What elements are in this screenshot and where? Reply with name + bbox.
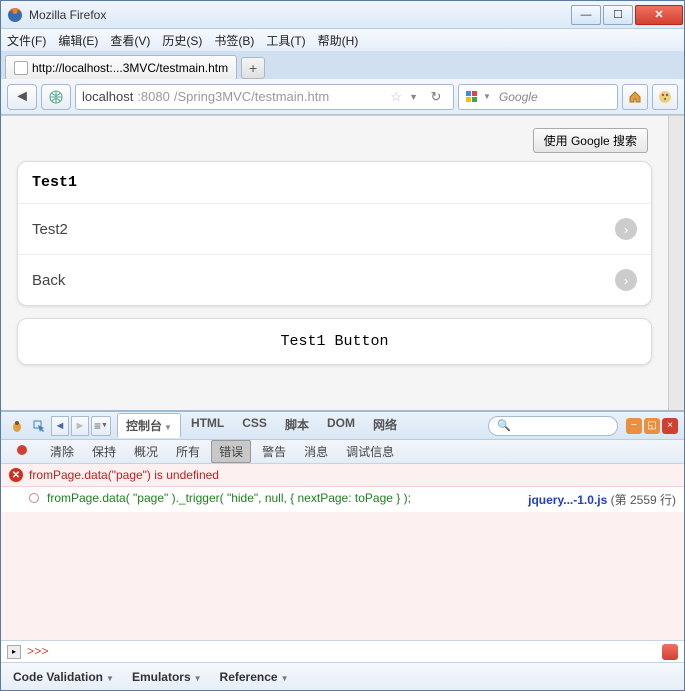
status-reference[interactable]: Reference▼ xyxy=(220,670,289,684)
bookmark-star-icon[interactable]: ☆ xyxy=(390,89,402,105)
browser-tab[interactable]: http://localhost:...3MVC/testmain.htm xyxy=(5,55,237,79)
close-button[interactable]: ✕ xyxy=(635,5,683,25)
list-item-label: Back xyxy=(32,272,65,289)
history-back-button[interactable]: ◄ xyxy=(51,416,69,436)
search-placeholder: Google xyxy=(499,90,538,104)
subtab-clear[interactable]: 清除 xyxy=(43,441,81,462)
minimize-button[interactable]: — xyxy=(571,5,601,25)
list-card: Test1 Test2 › Back › xyxy=(17,161,652,306)
error-icon: ✕ xyxy=(9,468,23,482)
break-icon[interactable] xyxy=(9,442,35,461)
error-code: fromPage.data( "page" )._trigger( "hide"… xyxy=(47,491,411,508)
vertical-scrollbar[interactable] xyxy=(668,116,684,410)
console-subtabs: 清除 保持 概况 所有 错误 警告 消息 调试信息 xyxy=(1,440,684,464)
firebug-icon[interactable] xyxy=(7,416,27,436)
history-forward-button[interactable]: ► xyxy=(71,416,89,436)
maximize-button[interactable]: ☐ xyxy=(603,5,633,25)
error-location[interactable]: jquery...-1.0.js (第 2559 行) xyxy=(528,491,676,508)
menu-bookmarks[interactable]: 书签(B) xyxy=(214,32,254,49)
panel-menu-icon[interactable]: ≡▼ xyxy=(91,416,111,436)
devtools-search[interactable]: 🔍 xyxy=(488,416,618,436)
devtools-popout-button[interactable]: ◱ xyxy=(644,418,660,434)
tab-net[interactable]: 网络 xyxy=(365,413,405,438)
chevron-right-icon: › xyxy=(615,218,637,240)
command-toggle-icon[interactable]: ▸ xyxy=(7,645,21,659)
home-button[interactable] xyxy=(622,84,648,110)
error-row[interactable]: ✕ fromPage.data("page") is undefined xyxy=(1,464,684,487)
url-bar[interactable]: localhost :8080/Spring3MVC/testmain.htm ☆… xyxy=(75,84,454,110)
tab-script[interactable]: 脚本 xyxy=(277,413,317,438)
google-search-button[interactable]: 使用 Google 搜索 xyxy=(533,128,648,153)
home-icon xyxy=(628,90,642,104)
inspect-icon[interactable] xyxy=(29,416,49,436)
console-command-line[interactable]: ▸ >>> xyxy=(1,640,684,662)
subtab-profile[interactable]: 概况 xyxy=(127,441,165,462)
subtab-persist[interactable]: 保持 xyxy=(85,441,123,462)
url-path: /Spring3MVC/testmain.htm xyxy=(174,89,329,104)
search-dropdown-icon[interactable]: ▼ xyxy=(483,92,491,101)
search-icon: 🔍 xyxy=(497,419,511,432)
tab-dom[interactable]: DOM xyxy=(319,413,363,438)
url-port: :8080 xyxy=(137,89,170,104)
tab-label: http://localhost:...3MVC/testmain.htm xyxy=(32,61,228,75)
devtools-panel: ◄ ► ≡▼ 控制台▼ HTML CSS 脚本 DOM 网络 🔍 − ◱ × 清… xyxy=(1,410,684,690)
devtools-toolbar: ◄ ► ≡▼ 控制台▼ HTML CSS 脚本 DOM 网络 🔍 − ◱ × xyxy=(1,412,684,440)
devtools-minimize-button[interactable]: − xyxy=(626,418,642,434)
menu-bar: 文件(F) 编辑(E) 查看(V) 历史(S) 书签(B) 工具(T) 帮助(H… xyxy=(1,29,684,51)
menu-history[interactable]: 历史(S) xyxy=(162,32,202,49)
menu-view[interactable]: 查看(V) xyxy=(110,32,150,49)
card-header: Test1 xyxy=(18,162,651,204)
command-editor-button[interactable] xyxy=(662,644,678,660)
subtab-all[interactable]: 所有 xyxy=(169,441,207,462)
list-item[interactable]: Test2 › xyxy=(18,204,651,255)
firefox-icon xyxy=(7,7,23,23)
subtab-errors[interactable]: 错误 xyxy=(211,440,251,463)
back-button[interactable]: ◄ xyxy=(7,84,37,110)
subtab-debug[interactable]: 调试信息 xyxy=(339,441,401,462)
test1-button[interactable]: Test1 Button xyxy=(17,318,652,365)
window-title: Mozilla Firefox xyxy=(29,8,570,22)
console-output: ✕ fromPage.data("page") is undefined fro… xyxy=(1,464,684,640)
error-source-row[interactable]: fromPage.data( "page" )._trigger( "hide"… xyxy=(1,487,684,512)
extension-button[interactable] xyxy=(652,84,678,110)
breakpoint-icon[interactable] xyxy=(29,493,39,503)
page-icon xyxy=(14,61,28,75)
subtab-warnings[interactable]: 警告 xyxy=(255,441,293,462)
url-dropdown-icon[interactable]: ▼ xyxy=(409,92,418,102)
list-item-label: Test2 xyxy=(32,221,68,238)
tab-bar: http://localhost:...3MVC/testmain.htm + xyxy=(1,51,684,79)
tab-css[interactable]: CSS xyxy=(234,413,275,438)
command-prompt: >>> xyxy=(27,645,49,659)
subtab-info[interactable]: 消息 xyxy=(297,441,335,462)
devtools-statusbar: Code Validation▼ Emulators▼ Reference▼ xyxy=(1,662,684,690)
url-host: localhost xyxy=(82,89,133,104)
menu-help[interactable]: 帮助(H) xyxy=(318,32,359,49)
paint-icon xyxy=(658,90,672,104)
menu-file[interactable]: 文件(F) xyxy=(7,32,46,49)
tab-console[interactable]: 控制台▼ xyxy=(117,413,181,438)
list-item[interactable]: Back › xyxy=(18,255,651,305)
search-box[interactable]: ▼ Google xyxy=(458,84,618,110)
reload-button[interactable]: ↻ xyxy=(425,89,447,105)
menu-tools[interactable]: 工具(T) xyxy=(266,32,305,49)
devtools-close-button[interactable]: × xyxy=(662,418,678,434)
google-icon xyxy=(465,90,479,104)
status-code-validation[interactable]: Code Validation▼ xyxy=(13,670,114,684)
globe-icon xyxy=(49,90,63,104)
new-tab-button[interactable]: + xyxy=(241,57,265,79)
nav-toolbar: ◄ localhost :8080/Spring3MVC/testmain.htm… xyxy=(1,79,684,115)
page-content: 使用 Google 搜索 Test1 Test2 › Back › Test1 … xyxy=(1,115,684,410)
window-titlebar: Mozilla Firefox — ☐ ✕ xyxy=(1,1,684,29)
site-identity-button[interactable] xyxy=(41,84,71,110)
menu-edit[interactable]: 编辑(E) xyxy=(58,32,98,49)
error-message: fromPage.data("page") is undefined xyxy=(29,468,219,482)
status-emulators[interactable]: Emulators▼ xyxy=(132,670,202,684)
tab-html[interactable]: HTML xyxy=(183,413,232,438)
chevron-right-icon: › xyxy=(615,269,637,291)
